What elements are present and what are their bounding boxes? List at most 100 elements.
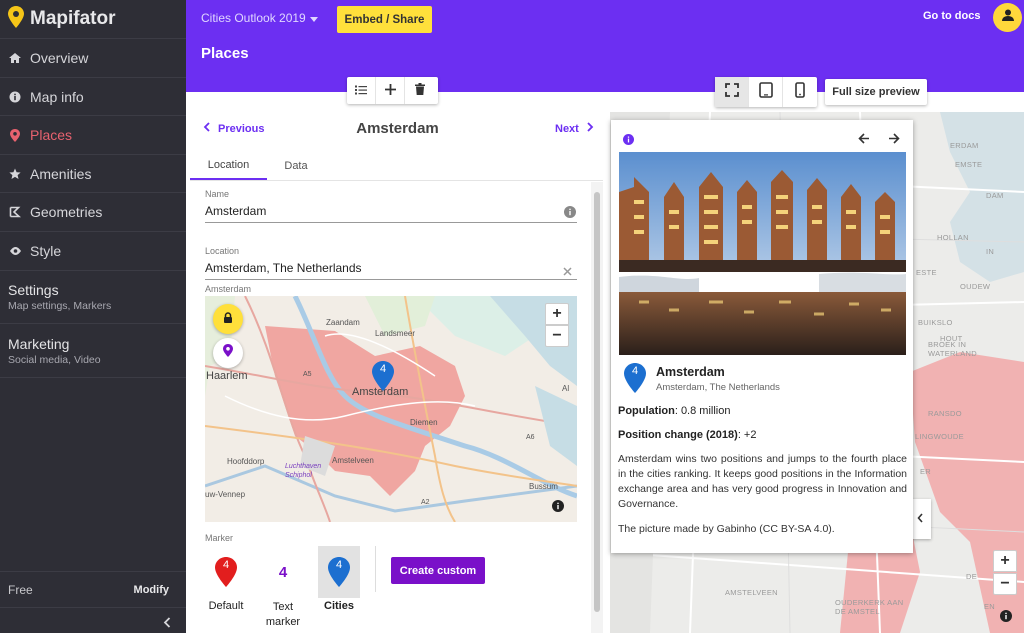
sidebar-item-amenities[interactable]: Amenities [0,154,186,192]
previous-place-button[interactable]: Previous [203,122,264,135]
plan-footer: Free Modify [0,571,186,607]
sidebar-item-title: Marketing [8,335,70,352]
map-label-amstelveen: Amstelveen [332,456,374,465]
marker-option-label: Text marker [265,601,301,628]
map-label-landsmeer: Landsmeer [375,329,416,338]
map-label: OUDERKERK AAN DE AMSTEL [835,598,904,616]
sidebar-item-marketing[interactable]: Marketing Social media, Video [0,323,186,378]
sidebar-item-title: Settings [8,282,59,298]
mobile-view-button[interactable] [783,77,817,107]
arrow-right-icon[interactable] [888,131,900,149]
marker-section-label: Marker [205,533,234,543]
marker-option-cities[interactable]: 4 [318,546,360,598]
sidebar-item-map-info[interactable]: Map info [0,77,186,115]
user-icon [1001,8,1015,27]
info-icon[interactable] [623,132,634,150]
sidebar-item-places[interactable]: Places [0,115,186,154]
sidebar: Mapifator Overview Map info Places Ameni… [0,0,186,633]
marker-option-label: Default [208,600,244,612]
map-label-vennep: uw-Vennep [205,490,246,499]
list-places-button[interactable] [347,77,376,104]
device-toolbar [715,77,817,107]
next-label: Next [555,122,579,135]
project-selector[interactable]: Cities Outlook 2019 [201,11,318,25]
place-card: 4 Amsterdam Amsterdam, The Netherlands P… [611,120,913,553]
add-place-button[interactable] [376,77,405,104]
marker-option-label: Cities [324,600,354,612]
position-change-row: Position change (2018): +2 [618,429,756,441]
tab-location[interactable]: Location [190,152,267,180]
star-icon [8,167,22,181]
sidebar-item-overview[interactable]: Overview [0,38,186,77]
attribution-info-icon[interactable] [1000,609,1012,627]
brand[interactable]: Mapifator [8,5,116,33]
docs-link[interactable]: Go to docs [923,10,980,22]
delete-place-button[interactable] [405,77,434,104]
tab-divider [190,180,603,181]
place-title: Amsterdam [356,120,439,137]
logo-pin-icon [8,5,24,33]
smartphone-icon [795,81,805,103]
blue-marker-icon: 4 [328,557,350,587]
map-label: AMSTELVEEN [725,588,778,597]
chevron-left-icon [163,615,171,633]
sidebar-item-label: Geometries [30,204,103,220]
location-field[interactable]: Amsterdam, The Netherlands [205,261,362,275]
attribution-info-icon[interactable] [552,499,564,517]
place-marker[interactable]: 4 [372,361,394,396]
map-pin-icon [8,128,22,142]
sidebar-item-subtitle: Social media, Video [8,353,101,366]
create-custom-marker-button[interactable]: Create custom [391,557,485,584]
preview-zoom-out-button[interactable]: − [993,573,1017,595]
pick-location-button[interactable] [213,338,243,368]
next-place-button[interactable]: Next [555,122,594,135]
info-icon[interactable] [564,205,576,223]
location-field-label: Location [205,246,240,256]
marker-option-text[interactable]: 4 [262,546,304,598]
minus-icon: − [552,327,562,344]
lock-icon [223,310,233,328]
map-label-hoofddorp: Hoofddorp [227,457,265,466]
sidebar-item-style[interactable]: Style [0,231,186,270]
map-label-almere: Al [562,384,570,393]
avatar[interactable] [993,3,1022,32]
map-pin-icon [223,344,233,362]
map-label-diemen: Diemen [410,418,438,427]
home-icon [8,51,22,65]
map-label-a2: A2 [421,499,430,506]
embed-share-button[interactable]: Embed / Share [337,6,432,33]
zoom-in-button[interactable]: + [545,303,569,325]
sidebar-item-label: Amenities [30,165,92,182]
tab-data[interactable]: Data [267,152,325,180]
full-size-preview-button[interactable]: Full size preview [825,79,927,105]
map-label: DAM [986,191,1004,200]
tablet-view-button[interactable] [749,77,783,107]
marker-number: 4 [379,363,387,375]
project-name: Cities Outlook 2019 [201,11,306,25]
lock-location-button[interactable] [213,304,243,334]
sidebar-item-settings[interactable]: Settings Map settings, Markers [0,270,186,323]
fullscreen-view-button[interactable] [715,77,749,107]
plus-icon: + [1000,552,1010,569]
name-field[interactable]: Amsterdam [205,204,266,218]
sidebar-item-geometries[interactable]: Geometries [0,192,186,231]
modify-plan-link[interactable]: Modify [134,584,169,596]
map-label: ER [920,467,932,476]
sidebar-item-label: Style [30,243,62,259]
sidebar-item-label: Map info [30,88,84,105]
chevron-left-icon [203,122,210,135]
zoom-out-button[interactable]: − [545,325,569,347]
location-map[interactable]: Zaandam Landsmeer Haarlem Amsterdam A5 A… [205,296,577,522]
preview-zoom-in-button[interactable]: + [993,550,1017,572]
tablet-icon [758,81,773,103]
place-photo [619,152,906,355]
position-change-label: Position change (2018) [618,429,738,441]
marker-number: 4 [631,365,639,377]
collapse-sidebar-button[interactable] [0,607,186,633]
arrow-left-icon[interactable] [858,131,870,149]
map-label: EN [984,602,996,611]
marker-option-default[interactable]: 4 [205,546,247,598]
form-scrollbar-thumb[interactable] [594,192,600,612]
population-label: Population [618,405,675,417]
population-row: Population: 0.8 million [618,405,730,417]
